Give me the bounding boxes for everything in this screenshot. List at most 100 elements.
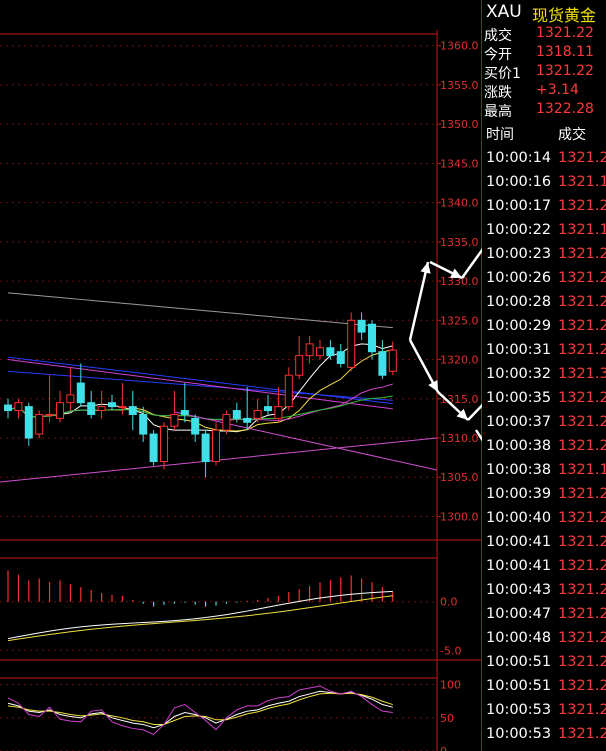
candle-body bbox=[128, 406, 137, 415]
candle-body bbox=[253, 410, 262, 419]
candle-body bbox=[35, 413, 44, 435]
price-tick-label: 1320.0 bbox=[440, 354, 479, 367]
tick-row[interactable]: 10:00:38 1321.1 bbox=[482, 459, 606, 483]
tick-row[interactable]: 10:00:51 1321.2 bbox=[482, 651, 606, 675]
ma10-line bbox=[7, 349, 393, 432]
tick-time: 10:00:17 bbox=[486, 198, 552, 214]
tick-row[interactable]: 10:00:29 1321.2 bbox=[482, 315, 606, 339]
tick-price: 1321.2 bbox=[558, 726, 606, 742]
tick-row[interactable]: 10:00:16 1321.1 bbox=[482, 171, 606, 195]
tick-time: 10:00:28 bbox=[486, 294, 552, 310]
candle-body bbox=[316, 347, 324, 357]
tick-row[interactable]: 10:00:39 1321.2 bbox=[482, 483, 606, 507]
ma-pink-line bbox=[7, 359, 393, 410]
symbol-header: XAU 现货黄金 bbox=[482, 0, 606, 25]
tick-price: 1321.2 bbox=[558, 654, 606, 670]
quote-row: 涨跌 +3.14 bbox=[482, 81, 606, 101]
tick-price: 1321.2 bbox=[558, 294, 606, 310]
tick-time: 10:00:23 bbox=[486, 246, 552, 262]
quote-panel: XAU 现货黄金 成交 1321.22 今开 1318.11 买价1 1321.… bbox=[482, 0, 606, 751]
tick-row[interactable]: 10:00:53 1321.2 bbox=[482, 723, 606, 747]
tick-time: 10:00:32 bbox=[486, 366, 552, 382]
candle-body bbox=[222, 413, 231, 431]
tick-price: 1321.2 bbox=[558, 678, 606, 694]
tick-row[interactable]: 10:00:22 1321.1 bbox=[482, 219, 606, 243]
tick-row[interactable]: 10:00:41 1321.2 bbox=[482, 531, 606, 555]
quote-row: 成交 1321.22 bbox=[482, 24, 606, 44]
tick-row[interactable]: 10:00:31 1321.2 bbox=[482, 339, 606, 363]
ticks-header-time: 时间 bbox=[486, 127, 514, 143]
tick-row[interactable]: 10:00:35 1321.2 bbox=[482, 387, 606, 411]
price-tick-label: 1335.0 bbox=[440, 236, 479, 249]
tick-row[interactable]: 10:00:47 1321.2 bbox=[482, 603, 606, 627]
price-tick-label: 1355.0 bbox=[440, 79, 479, 92]
price-tick-label: 1360.0 bbox=[440, 40, 479, 53]
price-tick-label: 1325.0 bbox=[440, 314, 479, 327]
tick-price: 1321.2 bbox=[558, 582, 606, 598]
tick-price: 1321.2 bbox=[558, 342, 606, 358]
tick-price: 1321.2 bbox=[558, 438, 606, 454]
tick-row[interactable]: 10:00:32 1321.3 bbox=[482, 363, 606, 387]
tick-row[interactable]: 10:00:17 1321.2 bbox=[482, 195, 606, 219]
ticks-header: 时间 成交 bbox=[482, 122, 606, 146]
tick-price: 1321.2 bbox=[558, 702, 606, 718]
tick-row[interactable]: 10:00:28 1321.2 bbox=[482, 291, 606, 315]
candle-body bbox=[388, 349, 397, 372]
candle-body bbox=[14, 402, 23, 412]
tick-row[interactable]: 10:00:48 1321.2 bbox=[482, 627, 606, 651]
tick-row[interactable]: 10:00:53 1321.2 bbox=[482, 699, 606, 723]
candle-body bbox=[160, 425, 168, 463]
kdj-tick-label: 0 bbox=[440, 745, 447, 751]
tick-row[interactable]: 10:00:40 1321.2 bbox=[482, 507, 606, 531]
tick-price: 1321.2 bbox=[558, 198, 606, 214]
macd-dif-line bbox=[7, 590, 393, 640]
quote-row: 今开 1318.11 bbox=[482, 43, 606, 63]
tick-price: 1321.2 bbox=[558, 246, 606, 262]
quote-value: 1318.11 bbox=[536, 44, 594, 60]
candle-body bbox=[201, 433, 210, 463]
kdj-line bbox=[7, 690, 393, 729]
candle-body bbox=[357, 319, 366, 333]
tick-row[interactable]: 10:00:26 1321.2 bbox=[482, 267, 606, 291]
tick-time: 10:00:14 bbox=[486, 150, 552, 166]
candle-body bbox=[295, 355, 304, 376]
candle-body bbox=[76, 382, 85, 404]
symbol-code: XAU bbox=[486, 2, 522, 22]
candle-body bbox=[232, 410, 241, 419]
tick-time: 10:00:35 bbox=[486, 390, 552, 406]
tick-time: 10:00:53 bbox=[486, 702, 552, 718]
tick-row[interactable]: 10:00:38 1321.2 bbox=[482, 435, 606, 459]
tick-row[interactable]: 10:00:23 1321.2 bbox=[482, 243, 606, 267]
ma-gray-line bbox=[7, 292, 393, 329]
candle-body bbox=[243, 417, 252, 423]
price-tick-label: 1350.0 bbox=[440, 118, 479, 131]
tick-row[interactable]: 10:00:51 1321.2 bbox=[482, 675, 606, 699]
ma30-line bbox=[7, 395, 393, 420]
tick-time: 10:00:43 bbox=[486, 582, 552, 598]
annotation-arrow-head bbox=[420, 262, 431, 274]
tick-row[interactable]: 10:00:37 1321.2 bbox=[482, 411, 606, 435]
price-tick-label: 1340.0 bbox=[440, 197, 479, 210]
candle-body bbox=[66, 394, 75, 404]
tick-row[interactable]: 10:00:43 1321.2 bbox=[482, 579, 606, 603]
ticks-header-price: 成交 bbox=[558, 127, 586, 143]
quote-label: 涨跌 bbox=[484, 85, 512, 101]
tick-time: 10:00:40 bbox=[486, 510, 552, 526]
candle-body bbox=[108, 402, 116, 408]
ma20-line bbox=[7, 383, 393, 422]
tick-row[interactable]: 10:00:14 1321.2 bbox=[482, 147, 606, 171]
candle-body bbox=[347, 319, 356, 368]
tick-time: 10:00:31 bbox=[486, 342, 552, 358]
candle-body bbox=[4, 404, 12, 412]
tick-time: 10:00:41 bbox=[486, 534, 552, 550]
tick-price: 1321.2 bbox=[558, 270, 606, 286]
tick-price: 1321.2 bbox=[558, 150, 606, 166]
tick-time: 10:00:41 bbox=[486, 558, 552, 574]
tick-time: 10:00:38 bbox=[486, 462, 552, 478]
ma-blue-line bbox=[7, 356, 393, 405]
price-tick-label: 1300.0 bbox=[440, 510, 479, 523]
quote-row: 买价1 1321.22 bbox=[482, 62, 606, 82]
tick-price: 1321.2 bbox=[558, 534, 606, 550]
candle-body bbox=[284, 374, 293, 408]
tick-row[interactable]: 10:00:41 1321.2 bbox=[482, 555, 606, 579]
